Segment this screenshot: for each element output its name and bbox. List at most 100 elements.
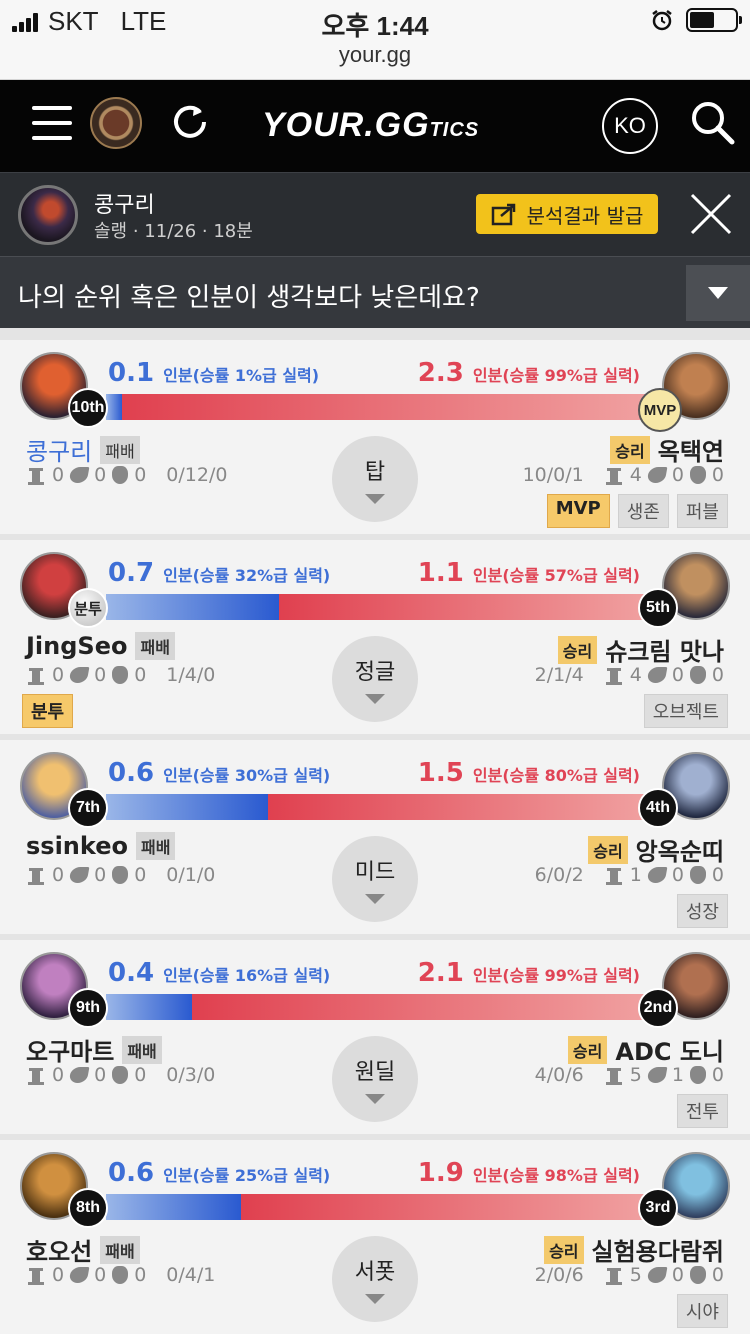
- player-name-row[interactable]: 승리 옥택연: [610, 432, 724, 467]
- position-toggle[interactable]: 미드: [332, 836, 418, 922]
- blue-segment: [106, 1194, 241, 1220]
- red-segment: [278, 594, 646, 620]
- player-name[interactable]: JingSeo: [26, 632, 127, 660]
- search-icon[interactable]: [688, 98, 736, 146]
- blue-segment: [106, 794, 268, 820]
- stat-count: 4: [629, 464, 642, 486]
- player-name[interactable]: 실험용다람쥐: [592, 1232, 724, 1267]
- stat-count: 0: [671, 664, 684, 686]
- score-suffix: 인분(승률 25%급 실력): [163, 1166, 331, 1185]
- stat-count: 0: [671, 464, 684, 486]
- player-name-row[interactable]: ssinkeo 패배: [26, 832, 176, 860]
- result-tag: 패배: [100, 435, 140, 464]
- stat-count: 0: [52, 864, 65, 886]
- win-probability-bar: [106, 394, 646, 420]
- player-name[interactable]: ADC 도니: [615, 1032, 724, 1067]
- badge-list: 성장: [676, 894, 728, 928]
- result-tag: 승리: [588, 835, 628, 864]
- stat-count: 0: [711, 864, 724, 886]
- stat-count: 0: [134, 464, 147, 486]
- player-name-row[interactable]: 오구마트 패배: [26, 1032, 162, 1067]
- player-name[interactable]: 오구마트: [26, 1032, 114, 1067]
- achievement-badge: 분투: [22, 694, 74, 728]
- player-name[interactable]: 슈크림 맛나: [605, 632, 724, 667]
- stat-count: 0: [52, 664, 65, 686]
- stat-count: 0: [94, 664, 107, 686]
- player-name-row[interactable]: 콩구리 패배: [26, 432, 140, 467]
- player-name[interactable]: 옥택연: [658, 432, 724, 467]
- performance-score: 0.1 인분(승률 1%급 실력): [108, 358, 319, 388]
- player-name-row[interactable]: JingSeo 패배: [26, 632, 175, 660]
- language-button[interactable]: KO: [602, 98, 658, 154]
- position-toggle[interactable]: 원딜: [332, 1036, 418, 1122]
- player-name[interactable]: 호오선: [26, 1232, 92, 1267]
- result-tag: 패배: [135, 632, 175, 660]
- tier-emblem-icon[interactable]: [90, 97, 142, 149]
- matchup-card: 분투 0.7 인분(승률 32%급 실력) JingSeo 패배 0 0 0 1/4/0 분투 5…: [0, 540, 750, 734]
- stat-count: 0: [711, 1264, 724, 1286]
- position-toggle[interactable]: 정글: [332, 636, 418, 722]
- baron-icon: [112, 466, 129, 484]
- tower-icon: [26, 1265, 46, 1285]
- url-bar[interactable]: your.gg: [0, 42, 750, 68]
- rank-badge: 7th: [68, 788, 108, 828]
- refresh-icon[interactable]: [168, 100, 212, 144]
- stat-count: 0: [52, 464, 65, 486]
- position-toggle[interactable]: 탑: [332, 436, 418, 522]
- rank-badge: 분투: [68, 588, 108, 628]
- stat-count: 0: [52, 1064, 65, 1086]
- player-name-row[interactable]: 승리 실험용다람쥐: [544, 1232, 724, 1267]
- stat-count: 1: [671, 1064, 684, 1086]
- baron-icon: [689, 466, 706, 484]
- player-name[interactable]: ssinkeo: [26, 832, 128, 860]
- avatar: [18, 185, 78, 245]
- tower-icon: [26, 1065, 46, 1085]
- objective-stats: 2/0/6 5 0 0: [535, 1264, 724, 1286]
- player-name-row[interactable]: 승리 슈크림 맛나: [557, 632, 724, 667]
- performance-score: 2.3 인분(승률 99%급 실력): [418, 358, 640, 388]
- score-suffix: 인분(승률 99%급 실력): [472, 966, 640, 985]
- player-name[interactable]: 콩구리: [26, 432, 92, 467]
- stat-count: 0: [134, 664, 147, 686]
- rank-badge: 10th: [68, 388, 108, 428]
- performance-score: 0.6 인분(승률 30%급 실력): [108, 758, 330, 788]
- achievement-badge: 시야: [676, 1294, 728, 1328]
- chevron-down-icon: [365, 894, 385, 904]
- close-icon[interactable]: [688, 191, 734, 237]
- menu-icon[interactable]: [32, 106, 72, 140]
- matchup-card: 9th 0.4 인분(승률 16%급 실력) 오구마트 패배 0 0 0 0/3/0 2nd 2.…: [0, 940, 750, 1134]
- question-banner[interactable]: 나의 순위 혹은 인분이 생각보다 낮은데요?: [0, 256, 750, 328]
- red-segment: [192, 994, 646, 1020]
- position-toggle[interactable]: 서폿: [332, 1236, 418, 1322]
- player-name[interactable]: 앙옥순띠: [636, 832, 724, 867]
- result-tag: 승리: [544, 1235, 584, 1264]
- tower-icon: [26, 465, 46, 485]
- stat-count: 0: [134, 864, 147, 886]
- logo[interactable]: YOUR.GGTICS: [262, 106, 479, 145]
- achievement-badge: 전투: [676, 1094, 728, 1128]
- player-name-row[interactable]: 승리 ADC 도니: [567, 1032, 724, 1067]
- kda-score: 2/1/4: [534, 664, 584, 686]
- chevron-down-icon: [365, 494, 385, 504]
- player-name-row[interactable]: 호오선 패배: [26, 1232, 140, 1267]
- result-tag: 승리: [610, 435, 650, 464]
- baron-icon: [689, 666, 706, 684]
- chevron-down-icon[interactable]: [686, 265, 750, 321]
- stat-count: 0: [711, 464, 724, 486]
- performance-score: 0.4 인분(승률 16%급 실력): [108, 958, 330, 988]
- performance-score: 2.1 인분(승률 99%급 실력): [418, 958, 640, 988]
- kda-score: 0/12/0: [166, 464, 228, 486]
- stat-count: 1: [629, 864, 642, 886]
- achievement-badge: 퍼블: [676, 494, 728, 528]
- share-label: 분석결과 발급: [526, 203, 644, 228]
- share-result-button[interactable]: 분석결과 발급: [476, 194, 658, 234]
- tower-icon: [26, 865, 46, 885]
- tower-icon: [603, 865, 624, 885]
- objective-stats: 6/0/2 1 0 0: [535, 864, 724, 886]
- objective-stats: 0 0 0 0/12/0: [26, 464, 227, 486]
- stat-count: 0: [671, 864, 684, 886]
- result-tag: 승리: [567, 1035, 608, 1064]
- dragon-icon: [646, 867, 668, 883]
- player-name-row[interactable]: 승리 앙옥순띠: [588, 832, 724, 867]
- score-value: 0.6: [108, 758, 164, 788]
